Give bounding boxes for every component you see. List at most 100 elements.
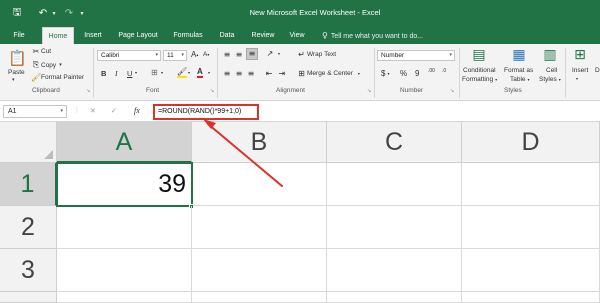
align-left-icon[interactable]: ≡ <box>222 69 232 78</box>
chevron-down-icon: ▾ <box>527 77 530 82</box>
align-top-icon[interactable]: ≡ <box>222 50 232 59</box>
wrap-text-button[interactable]: ↵ Wrap Text <box>296 50 336 59</box>
align-center-icon[interactable]: ≡ <box>234 69 244 78</box>
cell-d4[interactable] <box>462 292 600 303</box>
tab-review[interactable]: Review <box>246 27 280 44</box>
conditional-formatting-label-1[interactable]: Conditional <box>463 67 496 74</box>
wrap-text-label: Wrap Text <box>307 51 337 58</box>
cell-d2[interactable] <box>462 206 600 249</box>
underline-button[interactable]: U <box>127 69 132 78</box>
format-as-table-label-1[interactable]: Format as <box>504 67 533 74</box>
decrease-indent-icon[interactable]: ⇤ <box>264 69 274 78</box>
cell-b3[interactable] <box>192 249 327 292</box>
paste-dropdown-icon[interactable]: ▾ <box>12 77 15 83</box>
tab-insert[interactable]: Insert <box>80 27 106 44</box>
bold-button[interactable]: B <box>101 69 106 78</box>
column-header-a[interactable]: A <box>57 122 192 163</box>
cell-c2[interactable] <box>327 206 462 249</box>
cell-styles-label-2[interactable]: Styles ▾ <box>539 76 561 83</box>
cell-b4[interactable] <box>192 292 327 303</box>
select-all-triangle-icon <box>44 150 53 159</box>
align-bottom-icon[interactable]: ≡ <box>246 48 258 60</box>
conditional-formatting-icon[interactable]: ▤ <box>471 47 487 63</box>
delete-cells-label[interactable]: D <box>595 67 600 74</box>
borders-icon[interactable]: ⊞ <box>151 68 158 77</box>
number-launcher-icon[interactable]: ↘ <box>450 88 454 94</box>
orientation-dropdown-icon[interactable]: ▾ <box>276 51 282 56</box>
percent-button[interactable]: % <box>400 69 407 78</box>
grow-font-button[interactable]: A ▴ <box>191 50 198 59</box>
font-color-dropdown-icon[interactable]: ▾ <box>208 70 210 75</box>
column-header-b[interactable]: B <box>192 122 327 163</box>
tab-page-layout[interactable]: Page Layout <box>114 27 162 44</box>
cell-b2[interactable] <box>192 206 327 249</box>
comma-button[interactable]: 9 <box>415 69 419 78</box>
borders-dropdown-icon[interactable]: ▾ <box>161 70 163 75</box>
font-size-select[interactable]: 11 ▾ <box>163 50 187 61</box>
currency-button[interactable]: $ ▾ <box>381 69 389 78</box>
cell-c4[interactable] <box>327 292 462 303</box>
format-as-table-icon[interactable]: ▦ <box>511 47 527 63</box>
conditional-formatting-label-2-text: Formatting <box>462 76 494 83</box>
cell-d3[interactable] <box>462 249 600 292</box>
font-name-select[interactable]: Calibri ▾ <box>97 50 161 61</box>
insert-dropdown-icon[interactable]: ▾ <box>576 76 578 81</box>
conditional-formatting-label-2[interactable]: Formatting ▾ <box>462 76 497 83</box>
cut-button[interactable]: ✂ Cut <box>31 47 51 56</box>
cell-b1[interactable] <box>193 163 327 206</box>
decrease-decimal-button[interactable]: .0 <box>442 69 446 74</box>
cell-a1[interactable]: 39 <box>56 162 193 207</box>
paste-button[interactable]: Paste <box>8 69 25 76</box>
cell-a4[interactable] <box>57 292 192 303</box>
tab-home[interactable]: Home <box>42 27 74 44</box>
chevron-down-icon: ▾ <box>181 52 184 58</box>
clipboard-launcher-icon[interactable]: ↘ <box>86 88 90 94</box>
name-box[interactable]: A1 ▾ <box>3 105 67 118</box>
underline-dropdown-icon[interactable]: ▾ <box>135 70 137 75</box>
cell-a2[interactable] <box>57 206 192 249</box>
format-as-table-label-2[interactable]: Table ▾ <box>510 76 530 83</box>
italic-button[interactable]: I <box>115 69 118 78</box>
cell-a3[interactable] <box>57 249 192 292</box>
merge-center-button[interactable]: ⊞ Merge & Center ▾ <box>296 69 360 78</box>
row-header-2[interactable]: 2 <box>0 206 57 249</box>
fill-color-icon[interactable]: 🖌 <box>177 67 188 78</box>
formula-input[interactable]: =ROUND(RAND()*99+1,0) <box>153 104 259 120</box>
format-painter-button[interactable]: 🖌 Format Painter <box>31 73 84 82</box>
cell-styles-icon[interactable]: ▥ <box>542 47 558 63</box>
align-middle-icon[interactable]: ≡ <box>234 50 244 59</box>
cell-d1[interactable] <box>462 163 600 206</box>
align-right-icon[interactable]: ≡ <box>246 69 256 78</box>
enter-icon[interactable]: ✓ <box>111 107 117 115</box>
font-launcher-icon[interactable]: ↘ <box>210 88 214 94</box>
row-header-3[interactable]: 3 <box>0 249 57 292</box>
orientation-icon[interactable]: ↗ <box>264 49 276 58</box>
font-color-button[interactable]: A <box>197 67 203 78</box>
insert-cells-icon[interactable]: ⊞ <box>572 47 588 63</box>
insert-function-icon[interactable]: fx <box>134 106 140 115</box>
tab-formulas[interactable]: Formulas <box>170 27 206 44</box>
paste-icon[interactable]: 📋 <box>8 49 27 67</box>
tab-data[interactable]: Data <box>214 27 240 44</box>
cell-styles-label-1[interactable]: Cell <box>546 67 557 74</box>
tell-me-search[interactable]: ♀ Tell me what you want to do... <box>322 27 423 44</box>
cancel-icon[interactable]: ✕ <box>90 107 96 115</box>
fill-color-dropdown-icon[interactable]: ▾ <box>188 70 190 75</box>
increase-indent-icon[interactable]: ⇥ <box>277 69 287 78</box>
insert-cells-label[interactable]: Insert <box>572 67 588 74</box>
row-header-4[interactable] <box>0 292 57 303</box>
cell-c1[interactable] <box>327 163 462 206</box>
column-header-d[interactable]: D <box>462 122 600 163</box>
group-divider <box>565 48 566 98</box>
row-header-1[interactable]: 1 <box>0 163 57 206</box>
tab-file[interactable]: File <box>8 27 30 44</box>
shrink-font-button[interactable]: A ▾ <box>203 51 209 58</box>
alignment-launcher-icon[interactable]: ↘ <box>367 88 371 94</box>
cell-c3[interactable] <box>327 249 462 292</box>
select-all-button[interactable] <box>0 122 57 163</box>
increase-decimal-button[interactable]: .00 <box>428 69 435 74</box>
copy-button[interactable]: ⎘ Copy ▾ <box>31 60 62 70</box>
column-header-c[interactable]: C <box>327 122 462 163</box>
tab-view[interactable]: View <box>284 27 310 44</box>
number-format-select[interactable]: Number ▾ <box>377 50 455 61</box>
